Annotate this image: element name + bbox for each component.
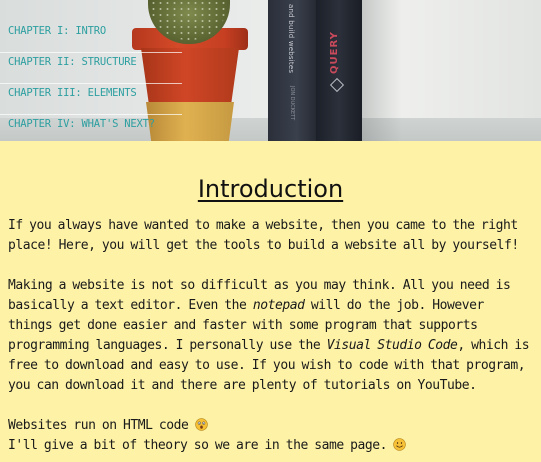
theory-line: I'll give a bit of theory so we are in t… <box>8 438 387 453</box>
html-code-line: Websites run on HTML code <box>8 418 189 433</box>
smiling-face-icon <box>393 438 407 451</box>
nav-item-chapter-4[interactable]: CHAPTER IV: WHAT'S NEXT? <box>0 115 182 141</box>
book1-spine-text: and build websites <box>287 4 295 74</box>
book1-author-text: JON DUCKETT <box>289 86 295 121</box>
book2-spine-text: QUERY <box>329 31 340 74</box>
astonished-face-icon <box>195 418 208 431</box>
page-title-text: Introduction <box>197 175 344 203</box>
chapter-nav: CHAPTER I: INTRO CHAPTER II: STRUCTURE C… <box>0 22 200 141</box>
book-shadow <box>362 0 402 141</box>
hero-image: and build websites JON DUCKETT QUERY CHA… <box>0 0 541 141</box>
theory-paragraph: Websites run on HTML code I'll give a bi… <box>8 416 533 456</box>
main-content: Introduction If you always have wanted t… <box>0 141 541 462</box>
nav-item-chapter-2[interactable]: CHAPTER II: STRUCTURE <box>0 53 182 84</box>
intro-paragraph: If you always have wanted to make a webs… <box>8 218 519 253</box>
nav-item-chapter-1[interactable]: CHAPTER I: INTRO <box>0 22 182 53</box>
vscode-emphasis: Visual Studio Code <box>326 338 458 353</box>
editor-paragraph: Making a website is not so difficult as … <box>8 276 533 396</box>
nav-item-chapter-3[interactable]: CHAPTER III: ELEMENTS <box>0 84 182 115</box>
notepad-emphasis: notepad <box>252 298 305 313</box>
page-title: Introduction <box>8 174 533 204</box>
